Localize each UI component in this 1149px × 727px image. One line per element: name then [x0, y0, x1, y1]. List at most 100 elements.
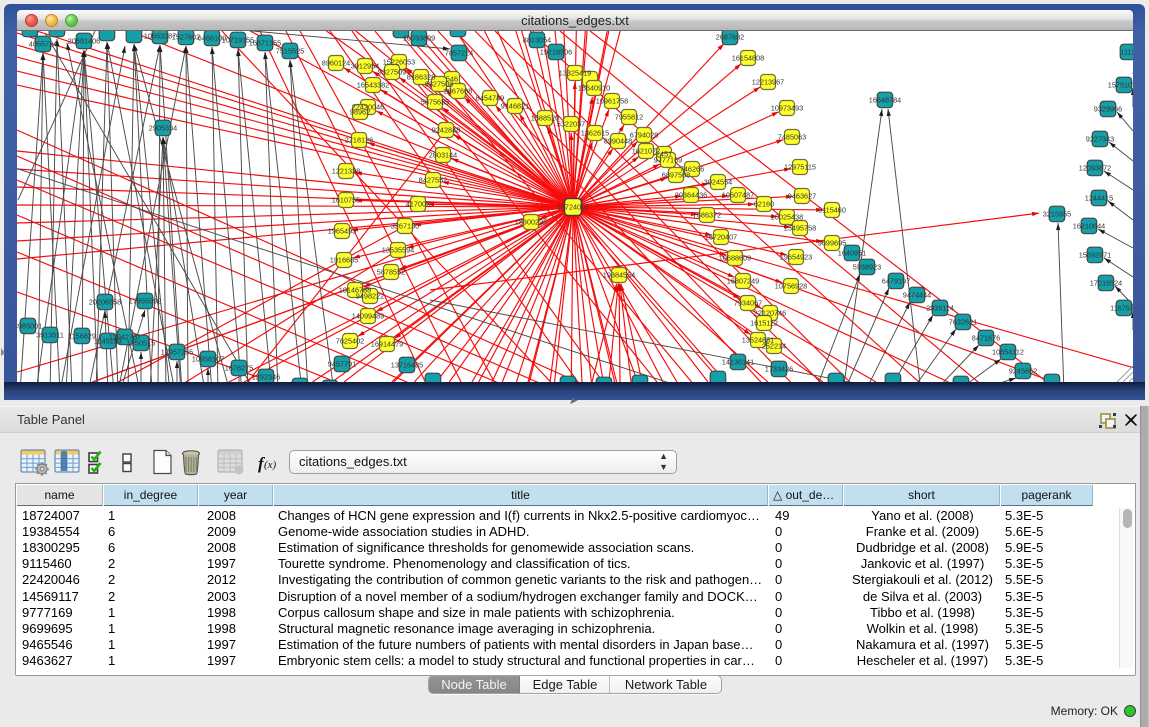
svg-text:9498222: 9498222: [356, 292, 384, 301]
svg-text:8427552: 8427552: [419, 176, 447, 185]
svg-text:1965493: 1965493: [328, 227, 356, 236]
svg-text:7857224: 7857224: [445, 49, 473, 58]
svg-text:3913511: 3913511: [36, 331, 64, 340]
svg-text:19654923: 19654923: [780, 253, 812, 262]
svg-text:19384554: 19384554: [603, 271, 635, 280]
svg-text:3267130: 3267130: [391, 222, 419, 231]
svg-text:14099489: 14099489: [352, 312, 384, 321]
svg-text:9457791: 9457791: [328, 360, 356, 369]
svg-text:9699695: 9699695: [818, 239, 846, 248]
svg-text:417006: 417006: [406, 200, 430, 209]
svg-text:6479197: 6479197: [882, 277, 910, 286]
svg-text:1916685: 1916685: [330, 256, 358, 265]
svg-text:1733426: 1733426: [765, 365, 793, 374]
svg-text:15692971: 15692971: [1079, 251, 1111, 260]
svg-text:10961758: 10961758: [596, 97, 628, 106]
svg-text:13325419: 13325419: [559, 69, 591, 78]
svg-text:9327509: 9327509: [378, 68, 406, 77]
svg-text:7485063: 7485063: [778, 133, 806, 142]
svg-text:10688609: 10688609: [719, 254, 751, 263]
svg-text:20206558: 20206558: [89, 298, 121, 307]
svg-text:18300295: 18300295: [515, 218, 547, 227]
svg-text:16914479: 16914479: [371, 340, 403, 349]
svg-text:15226053: 15226053: [383, 58, 415, 67]
svg-text:12093872: 12093872: [1079, 164, 1111, 173]
svg-text:16543382: 16543382: [357, 81, 389, 90]
svg-text:6794028: 6794028: [630, 131, 658, 140]
svg-text:1167533: 1167533: [1110, 304, 1133, 313]
svg-text:9245652: 9245652: [1009, 367, 1037, 376]
svg-text:13716485: 13716485: [391, 361, 423, 370]
svg-text:2935114: 2935114: [926, 304, 954, 313]
svg-text:5938923: 5938923: [853, 263, 881, 272]
svg-text:1221338: 1221338: [332, 167, 360, 176]
svg-text:10756928: 10756928: [775, 282, 807, 291]
svg-text:16154808: 16154808: [732, 54, 764, 63]
svg-text:1678275: 1678275: [225, 364, 253, 373]
svg-text:18640910: 18640910: [578, 84, 610, 93]
svg-text:20691406: 20691406: [68, 37, 100, 46]
svg-text:7625402: 7625402: [336, 337, 364, 346]
svg-text:15720407: 15720407: [705, 233, 737, 242]
svg-text:14136141: 14136141: [722, 358, 754, 367]
svg-text:20364436: 20364436: [675, 191, 707, 200]
svg-text:(x): (x): [264, 459, 277, 471]
svg-text:2687682: 2687682: [716, 33, 744, 42]
svg-text:5322037: 5322037: [557, 120, 585, 129]
svg-text:13535594: 13535594: [382, 246, 414, 255]
svg-text:1610755: 1610755: [332, 196, 360, 205]
svg-text:98962: 98962: [350, 108, 370, 117]
svg-text:7955812: 7955812: [615, 113, 643, 122]
svg-text:17355992: 17355992: [129, 297, 161, 306]
svg-text:1112: 1112: [1120, 48, 1133, 57]
svg-text:4055724: 4055724: [29, 40, 57, 49]
svg-text:1292346: 1292346: [252, 373, 280, 382]
svg-text:1640951: 1640951: [838, 249, 866, 258]
svg-text:7934067: 7934067: [734, 299, 762, 308]
svg-text:9115460: 9115460: [818, 206, 846, 215]
svg-text:1145193: 1145193: [94, 337, 122, 346]
svg-text:1527602: 1527602: [172, 33, 200, 42]
svg-text:9227343: 9227343: [1086, 135, 1114, 144]
svg-text:8471676: 8471676: [972, 334, 1000, 343]
svg-text:2718126: 2718126: [345, 136, 373, 145]
svg-text:2867608: 2867608: [444, 87, 472, 96]
svg-text:62160: 62160: [754, 200, 774, 209]
svg-text:5878552: 5878552: [377, 268, 405, 277]
svg-text:5875685: 5875685: [421, 98, 449, 107]
svg-text:9777169: 9777169: [654, 156, 682, 165]
svg-text:252214: 252214: [762, 342, 786, 351]
svg-text:12975115: 12975115: [784, 163, 816, 172]
svg-text:2905334: 2905334: [149, 124, 177, 133]
svg-text:8960124: 8960124: [322, 59, 350, 68]
svg-text:1615112: 1615112: [750, 319, 778, 328]
svg-text:19218506: 19218506: [540, 48, 572, 57]
svg-text:18724007: 18724007: [557, 203, 589, 212]
svg-text:15751074: 15751074: [1108, 81, 1133, 90]
svg-text:16648784: 16648784: [869, 96, 901, 105]
svg-text:7886372: 7886372: [693, 211, 721, 220]
svg-text:10958107: 10958107: [192, 355, 224, 364]
svg-text:6897508: 6897508: [662, 171, 690, 180]
svg-text:9463627: 9463627: [788, 192, 816, 201]
svg-text:16807249: 16807249: [727, 277, 759, 286]
svg-text:8990448: 8990448: [604, 137, 632, 146]
svg-text:3912954: 3912954: [351, 62, 379, 71]
svg-text:3024554: 3024554: [704, 178, 732, 187]
svg-text:8985001: 8985001: [17, 322, 42, 331]
svg-text:10973493: 10973493: [771, 104, 803, 113]
svg-text:7632621: 7632621: [949, 318, 977, 327]
svg-text:12213967: 12213967: [752, 78, 784, 87]
svg-text:9329966: 9329966: [1094, 105, 1122, 114]
svg-text:7515525: 7515525: [276, 47, 304, 56]
svg-text:1250515: 1250515: [127, 339, 155, 348]
svg-text:9146821: 9146821: [501, 102, 529, 111]
svg-text:15495758: 15495758: [784, 224, 816, 233]
svg-text:1244415: 1244415: [1085, 194, 1113, 203]
svg-text:1588520: 1588520: [531, 114, 559, 123]
svg-text:10607487: 10607487: [722, 191, 754, 200]
svg-text:16210644: 16210644: [1073, 222, 1105, 231]
svg-text:10654112: 10654112: [992, 348, 1024, 357]
svg-text:8813054: 8813054: [523, 36, 551, 45]
svg-text:17016524: 17016524: [1090, 279, 1122, 288]
